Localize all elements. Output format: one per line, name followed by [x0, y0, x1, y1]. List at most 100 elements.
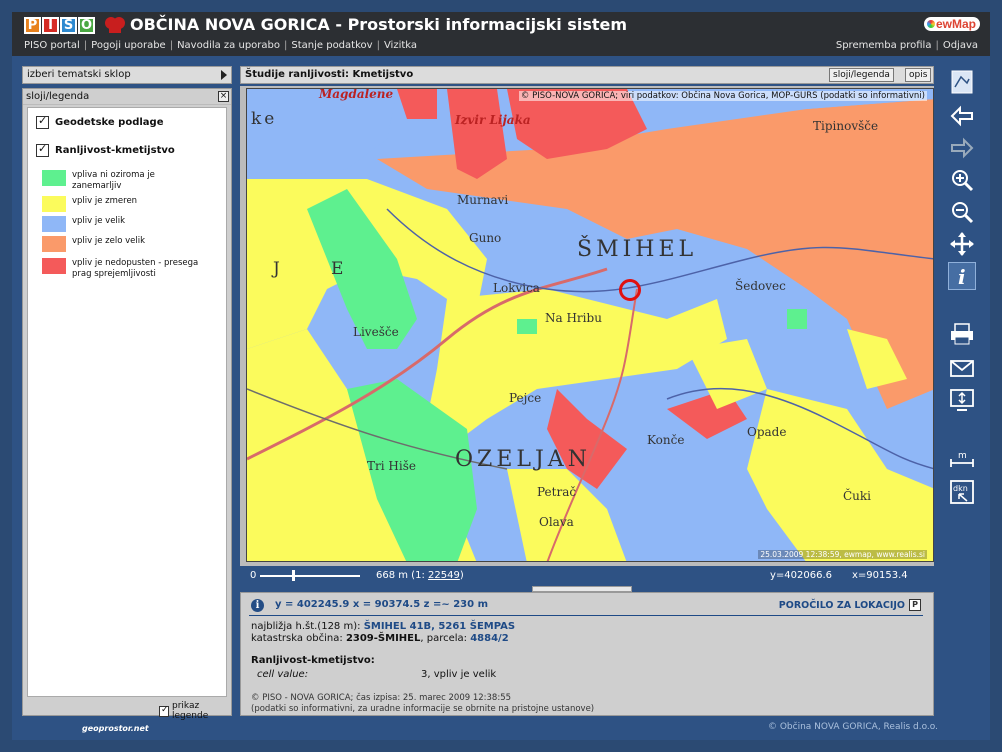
top-nav: PISO portal | Pogoji uporabe | Navodila za…	[24, 40, 421, 51]
legend-item: vpliv je nedopusten - presega prag sprej…	[42, 258, 202, 280]
info-footnote: © PISO - NOVA GORICA; čas izpisa: 25. ma…	[251, 693, 594, 715]
cell-value-label: cell value:	[257, 669, 309, 680]
ewmap-globe-icon	[926, 20, 935, 28]
geoprostor-logo[interactable]: geoprostor.net	[82, 724, 149, 733]
nav-separator: |	[376, 40, 380, 51]
app-window: P I S O OBČINA NOVA GORICA - Prostorski …	[12, 12, 990, 740]
show-legend-toggle[interactable]: prikaz legende	[159, 701, 231, 721]
theme-selector[interactable]: izberi tematski sklop	[22, 66, 232, 84]
map-place-label: Guno	[469, 231, 502, 245]
map-place-label: ŠMIHEL	[577, 237, 698, 262]
nav-stanje-podatkov[interactable]: Stanje podatkov	[291, 40, 376, 51]
back-arrow-icon[interactable]	[948, 102, 976, 130]
layer-ranljivost-kmetijstvo[interactable]: Ranljivost-kmetijstvo	[36, 142, 175, 157]
layer-checkbox[interactable]	[36, 142, 49, 157]
header: P I S O OBČINA NOVA GORICA - Prostorski …	[12, 12, 990, 56]
layers-legend-button[interactable]: sloji/legenda	[829, 68, 894, 82]
coord-y-readout: y=402066.6	[770, 570, 833, 581]
map-place-label: Lokvica	[493, 281, 540, 295]
scale-text: 668 m (1:	[376, 570, 425, 581]
legend-item: vpliv je zmeren	[42, 196, 137, 212]
piso-logo[interactable]: P I S O	[24, 17, 96, 34]
map-place-label: Pejce	[509, 391, 542, 405]
map-place-label: Magdalene	[319, 88, 394, 101]
forward-arrow-icon[interactable]	[948, 134, 976, 162]
legend-label: vpliv je zelo velik	[72, 236, 146, 246]
nearest-address-line: najbližja h.št.(128 m): ŠMIHEL 41B, 5261…	[251, 621, 515, 632]
ewmap-brand: ewMap	[935, 17, 976, 31]
svg-text:i: i	[958, 265, 966, 289]
map-copyright: © PISO-NOVA GORICA; viri podatkov: Občin…	[518, 91, 927, 101]
logo-letter: P	[24, 17, 41, 34]
nav-separator: |	[83, 40, 88, 51]
legend-label: vpliv je velik	[72, 216, 126, 226]
print-icon[interactable]	[948, 320, 976, 348]
scale-value-link[interactable]: 22549	[428, 570, 460, 581]
map-place-label: Murnavi	[457, 193, 509, 207]
cadastral-value: 2309-ŠMIHEL	[345, 633, 421, 644]
legend-label: vpliv je nedopusten - presega prag sprej…	[72, 258, 199, 279]
mail-icon[interactable]	[948, 354, 976, 382]
scale-label: 668 m (1: 22549)	[376, 570, 464, 581]
layer-geodetske-podlage[interactable]: Geodetske podlage	[36, 114, 163, 129]
overview-icon[interactable]	[948, 68, 976, 96]
legend-swatch	[42, 196, 66, 212]
legend-swatch	[42, 258, 66, 274]
ewmap-logo[interactable]: ewMap	[923, 17, 980, 31]
map-place-label: Opade	[747, 425, 787, 439]
nearest-address-link[interactable]: ŠMIHEL 41B, 5261 ŠEMPAS	[364, 621, 515, 632]
logo-letter: O	[78, 17, 95, 34]
legend-panel: sloji/legenda × Geodetske podlage Ranlji…	[22, 88, 232, 721]
legend-label: vpliv je zmeren	[72, 196, 138, 206]
description-button[interactable]: opis	[905, 68, 932, 82]
crest-icon	[105, 17, 125, 33]
map-place-label: Konče	[647, 433, 685, 447]
layer-checkbox[interactable]	[36, 114, 49, 129]
zoom-out-icon[interactable]	[948, 198, 976, 226]
scale-slider-handle[interactable]	[292, 570, 295, 581]
nav-sprememba-profila[interactable]: Sprememba profila	[836, 40, 932, 51]
report-label: POROČILO ZA LOKACIJO	[778, 599, 905, 611]
layer-result-title: Ranljivost-kmetijstvo:	[251, 655, 375, 666]
layer-label: Ranljivost-kmetijstvo	[55, 145, 175, 156]
nav-separator: |	[169, 40, 174, 51]
dkn-icon[interactable]: dkn	[948, 478, 976, 506]
parcel-link[interactable]: 4884/2	[470, 633, 508, 644]
nav-separator: |	[284, 40, 288, 51]
map-place-label: Petrač	[537, 485, 577, 499]
scale-row: 0 668 m (1: 22549) y=402066.6 x=90153.4	[240, 568, 934, 584]
measure-icon[interactable]: m	[948, 446, 976, 474]
zoom-in-icon[interactable]	[948, 166, 976, 194]
scale-slider[interactable]	[260, 575, 360, 577]
map-canvas[interactable]: Magdalene ke Izvir Lijaka Murnavi Guno Š…	[246, 88, 934, 562]
logo-letter: S	[60, 17, 77, 34]
close-icon[interactable]: ×	[218, 91, 229, 102]
map-place-label: OZELJAN	[455, 447, 591, 472]
nav-piso-portal[interactable]: PISO portal	[24, 40, 84, 51]
legend-swatch	[42, 216, 66, 232]
top-nav-right: Sprememba profila | Odjava	[836, 40, 978, 51]
app-title: OBČINA NOVA GORICA - Prostorski informac…	[130, 15, 628, 34]
show-legend-label: prikaz legende	[172, 701, 209, 721]
show-legend-checkbox[interactable]	[159, 705, 169, 717]
nav-navodila[interactable]: Navodila za uporabo	[177, 40, 284, 51]
map-place-label: Tri Hiše	[367, 459, 416, 473]
map-place-label: J	[273, 259, 283, 279]
map-place-label: Čuki	[843, 489, 872, 503]
map-place-label: Tipinovšče	[813, 119, 879, 133]
location-marker	[619, 279, 641, 301]
nav-odjava[interactable]: Odjava	[943, 40, 978, 51]
nav-vizitka[interactable]: Vizitka	[384, 40, 421, 51]
nav-pogoji-uporabe[interactable]: Pogoji uporabe	[91, 40, 170, 51]
map-place-label: Šedovec	[735, 279, 786, 293]
location-info-panel: i y = 402245.9 x = 90374.5 z =~ 230 m PO…	[240, 592, 934, 716]
export-icon[interactable]	[948, 386, 976, 414]
location-report-button[interactable]: POROČILO ZA LOKACIJO P	[779, 599, 921, 611]
info-tool-icon[interactable]: i	[948, 262, 976, 290]
legend-item: vpliva ni oziroma je zanemarljiv	[42, 170, 182, 192]
expand-arrow-icon	[221, 70, 227, 80]
clicked-coords: y = 402245.9 x = 90374.5 z =~ 230 m	[275, 599, 488, 610]
coord-x-readout: x=90153.4	[852, 570, 908, 581]
theme-selector-label: izberi tematski sklop	[27, 69, 131, 80]
pan-icon[interactable]	[948, 230, 976, 258]
